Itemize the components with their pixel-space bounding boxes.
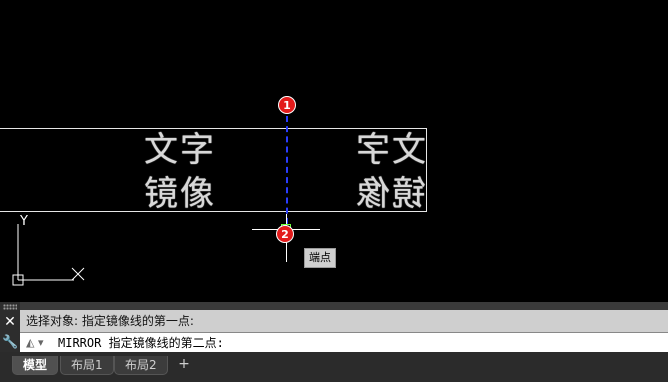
- ucs-icon: Y: [12, 214, 85, 286]
- step-marker-2: 2: [276, 225, 294, 243]
- tab-layout2[interactable]: 布局2: [114, 356, 168, 375]
- layout-tab-bar: 模型 布局1 布局2 +: [0, 352, 668, 382]
- command-history: 选择对象: 指定镜像线的第一点:: [20, 310, 668, 332]
- command-prompt-text: MIRROR 指定镜像线的第二点:: [58, 336, 224, 350]
- drawing-canvas[interactable]: 文字 镜像 文字 镜像 1 2 端点 Y: [0, 0, 668, 302]
- mirrored-text-line1[interactable]: 文字: [354, 130, 426, 170]
- ucs-y-label: Y: [19, 214, 28, 229]
- close-icon[interactable]: ✕: [3, 315, 17, 329]
- mirrored-text-line2[interactable]: 镜像: [354, 174, 426, 214]
- snap-tooltip: 端点: [304, 248, 336, 268]
- grip-handle-icon[interactable]: [3, 304, 17, 310]
- original-text-line1[interactable]: 文字: [144, 133, 216, 167]
- add-layout-icon[interactable]: +: [176, 356, 192, 372]
- command-window-side-bar: ✕ 🔧: [0, 302, 20, 352]
- command-window: ✕ 🔧 选择对象: 指定镜像线的第一点: ◭ ▾ MIRROR 指定镜像线的第二…: [0, 302, 668, 352]
- original-text-line2[interactable]: 镜像: [144, 177, 216, 211]
- tab-model[interactable]: 模型: [12, 356, 59, 375]
- step-marker-1: 1: [278, 96, 296, 114]
- command-input-line[interactable]: ◭ ▾ MIRROR 指定镜像线的第二点:: [20, 332, 668, 352]
- tab-layout1[interactable]: 布局1: [60, 356, 114, 375]
- wrench-icon[interactable]: 🔧: [2, 335, 18, 351]
- command-dropdown-icon[interactable]: ◭ ▾: [26, 336, 48, 350]
